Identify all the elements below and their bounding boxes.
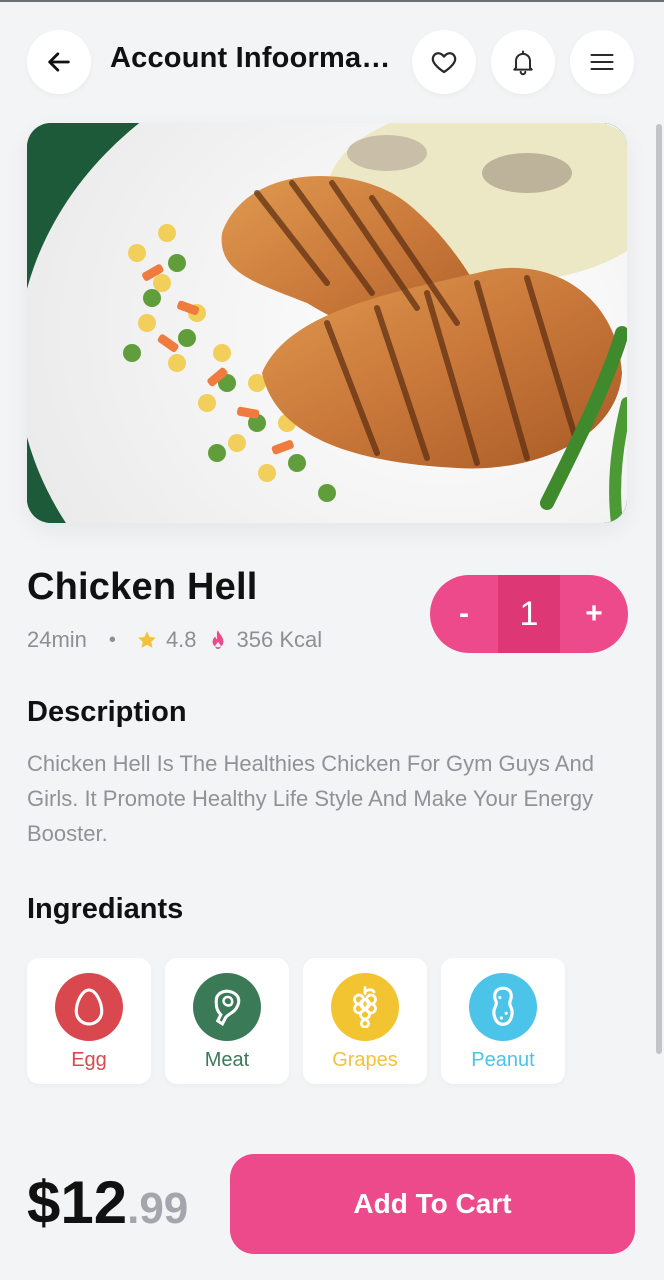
ingredient-label: Grapes [332,1049,398,1071]
ingredient-meat[interactable]: Meat [165,958,289,1084]
window-top-border [0,0,664,2]
menu-button[interactable] [570,30,634,94]
arrow-left-icon [48,52,70,72]
scrollbar[interactable] [656,124,662,1054]
price-main: $12 [27,1169,128,1236]
heart-icon [431,52,457,74]
flame-icon [212,630,223,649]
meat-icon [193,973,261,1041]
product-meta: 24min • 4.8 356 Kcal [27,624,322,656]
cook-time: 24min [27,627,87,652]
decrease-quantity-button[interactable]: - [430,575,498,653]
ingredient-peanut[interactable]: Peanut [441,958,565,1084]
product-image [27,123,627,523]
back-button[interactable] [27,30,91,94]
rating-value: 4.8 [165,627,197,652]
price-cents: .99 [127,1184,189,1233]
quantity-value: 1 [498,575,560,653]
bell-icon [513,50,533,76]
ingredient-grapes[interactable]: Grapes [303,958,427,1084]
description-text: Chicken Hell Is The Healthies Chicken Fo… [27,751,594,846]
hamburger-menu-icon [590,53,614,71]
ingredient-label: Egg [71,1049,107,1071]
ingredient-egg[interactable]: Egg [27,958,151,1084]
ingredients-list: Egg Meat Grapes Peanut [27,958,565,1084]
notification-button[interactable] [491,30,555,94]
ingredient-label: Peanut [471,1049,535,1071]
calories-value: 356 Kcal [236,627,323,652]
price: $12 .99 [27,1168,188,1238]
meta-separator: • [108,628,116,651]
product-name: Chicken Hell [27,566,258,608]
add-to-cart-button[interactable]: Add To Cart [230,1154,635,1254]
egg-icon [55,973,123,1041]
app-header: Account Infoormation [0,28,664,98]
quantity-stepper: - 1 + [430,575,628,653]
grapes-icon [331,973,399,1041]
description-heading: Description [27,696,187,728]
star-icon [138,631,156,648]
increase-quantity-button[interactable]: + [560,575,628,653]
peanut-icon [469,973,537,1041]
ingredient-label: Meat [204,1049,250,1071]
favorite-button[interactable] [412,30,476,94]
page-title: Account Infoormation [110,42,400,74]
ingredients-heading: Ingrediants [27,893,184,925]
